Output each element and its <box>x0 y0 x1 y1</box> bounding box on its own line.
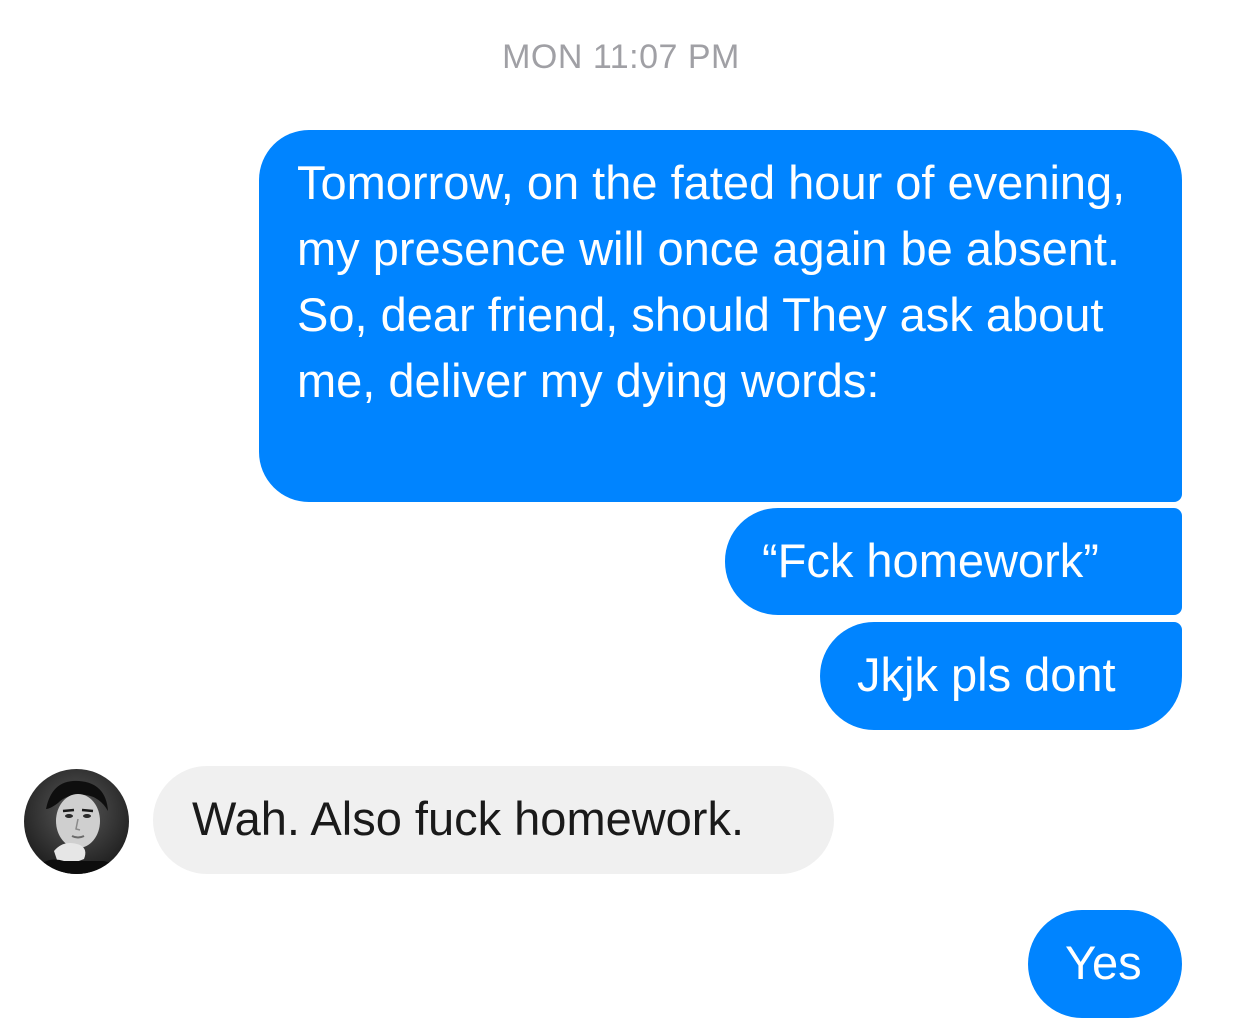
received-message-bubble[interactable]: Wah. Also fuck homework. <box>153 766 834 874</box>
sent-message-bubble[interactable]: “Fck homework” <box>725 508 1182 615</box>
sent-message-bubble[interactable]: Yes <box>1028 910 1182 1018</box>
sent-message-bubble[interactable]: Jkjk pls dont <box>820 622 1182 730</box>
avatar-portrait-icon <box>24 769 129 874</box>
sent-message-bubble[interactable]: Tomorrow, on the fated hour of evening, … <box>259 130 1182 502</box>
contact-avatar[interactable] <box>24 769 129 874</box>
message-timestamp: MON 11:07 PM <box>502 38 740 76</box>
